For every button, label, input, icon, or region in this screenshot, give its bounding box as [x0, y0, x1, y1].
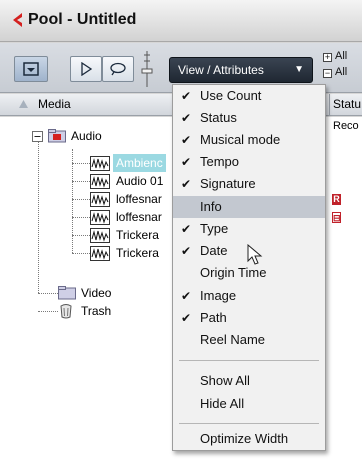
tree-line: [72, 217, 90, 218]
check-icon: ✔: [181, 289, 192, 303]
tree-line: [72, 235, 90, 236]
menu-item-label: Optimize Width: [200, 431, 289, 446]
tree-line: [72, 181, 90, 182]
check-icon: ✔: [181, 111, 192, 125]
play-button[interactable]: [70, 56, 102, 82]
pool-window: Pool - Untitled View / Attributes ▼ + Al…: [0, 0, 362, 463]
expand-all-option[interactable]: + All: [323, 50, 362, 66]
collapse-toggle-icon[interactable]: [32, 131, 43, 142]
menu-item-info[interactable]: Info: [173, 196, 325, 218]
menu-item-hide-all[interactable]: Hide All: [173, 393, 325, 415]
play-icon: [81, 62, 92, 76]
video-folder-label: Video: [81, 286, 112, 300]
check-icon: ✔: [181, 177, 192, 191]
audio-clip-label: Ambienc: [113, 154, 166, 172]
audio-clip-label: loffesnar: [116, 210, 162, 224]
menu-item-status[interactable]: ✔ Status: [173, 107, 325, 129]
loop-button[interactable]: [102, 56, 134, 82]
tree-line: [38, 293, 58, 294]
check-icon: ✔: [181, 244, 192, 258]
menu-item-label: Hide All: [200, 396, 245, 411]
menu-item-label: Signature: [200, 176, 256, 191]
audio-folder-icon: [48, 129, 66, 143]
pool-app-icon: [13, 13, 22, 27]
audio-clip-label: Audio 01: [116, 174, 164, 188]
tree-line: [38, 311, 58, 312]
menu-item-label: Path: [200, 310, 227, 325]
menu-item-label: Image: [200, 288, 237, 303]
menu-item-label: Use Count: [200, 88, 262, 103]
menu-item-label: Date: [200, 243, 228, 258]
title-bar: Pool - Untitled: [0, 0, 362, 42]
audio-clip-icon: [90, 156, 110, 171]
tree-line: [72, 199, 90, 200]
audio-clip-icon: [90, 246, 110, 261]
menu-item-label: Info: [200, 199, 222, 214]
tree-line: [72, 149, 73, 253]
menu-item-tempo[interactable]: ✔ Tempo: [173, 151, 325, 173]
menu-item-label: Show All: [200, 373, 250, 388]
collapse-all-option[interactable]: − All: [323, 66, 362, 82]
tree-line: [38, 139, 39, 293]
menu-item-musical-mode[interactable]: ✔ Musical mode: [173, 129, 325, 151]
trash-folder-label: Trash: [81, 304, 112, 318]
collapse-all-label: All: [335, 66, 348, 78]
check-icon: ✔: [181, 89, 192, 103]
plus-box-icon: +: [323, 52, 332, 62]
status-column-header[interactable]: Statu: [333, 97, 361, 111]
check-icon: ✔: [181, 155, 192, 169]
status-cell: Reco: [333, 120, 359, 132]
column-divider[interactable]: [329, 94, 330, 116]
audio-clip-icon: [90, 210, 110, 225]
check-icon: ✔: [181, 222, 192, 236]
audio-clip-label: loffesnar: [116, 192, 162, 206]
audio-clip-label: Trickera: [116, 246, 159, 260]
menu-item-signature[interactable]: ✔ Signature: [173, 173, 325, 195]
view-attributes-button[interactable]: View / Attributes ▼: [169, 57, 313, 83]
menu-item-label: Musical mode: [200, 132, 281, 147]
trash-icon: [60, 304, 72, 319]
menu-item-path[interactable]: ✔ Path: [173, 307, 325, 329]
menu-item-show-all[interactable]: Show All: [173, 370, 325, 392]
loop-icon: [110, 62, 126, 76]
dropdown-arrow-icon: ▼: [294, 64, 304, 75]
mouse-pointer-icon: [247, 244, 263, 265]
view-attributes-label: View / Attributes: [178, 63, 264, 77]
volume-slider[interactable]: [141, 49, 153, 89]
show-info-button[interactable]: [14, 56, 48, 82]
menu-item-reel-name[interactable]: Reel Name: [173, 329, 325, 351]
menu-item-type[interactable]: ✔ Type: [173, 218, 325, 240]
tree-line: [72, 253, 90, 254]
window-title: Pool - Untitled: [28, 11, 137, 28]
expand-collapse-group: + All − All: [323, 50, 362, 82]
audio-clip-icon: [90, 228, 110, 243]
menu-item-optimize-width[interactable]: Optimize Width: [173, 428, 325, 450]
minus-box-icon: −: [323, 68, 332, 78]
audio-clip-label: Trickera: [116, 228, 159, 242]
menu-separator: [179, 423, 319, 424]
audio-folder-label: Audio: [71, 129, 102, 143]
menu-item-label: Status: [200, 110, 237, 125]
expand-all-label: All: [335, 50, 348, 62]
menu-item-label: Tempo: [200, 154, 240, 169]
audio-clip-icon: [90, 192, 110, 207]
info-toggle-icon: [23, 62, 39, 76]
menu-separator: [179, 360, 319, 361]
media-column-header[interactable]: Media: [38, 97, 71, 111]
menu-item-label: Reel Name: [200, 332, 266, 347]
video-folder-icon: [58, 286, 76, 300]
view-attributes-menu: ✔ Use Count ✔ Status ✔ Musical mode ✔ Tempo …: [172, 84, 326, 451]
menu-item-use-count[interactable]: ✔ Use Count: [173, 85, 325, 107]
record-status-badge: R: [332, 194, 341, 205]
check-icon: ✔: [181, 311, 192, 325]
check-icon: ✔: [181, 133, 192, 147]
sort-ascending-icon[interactable]: [19, 100, 28, 108]
tree-line: [72, 163, 90, 164]
menu-item-label: Type: [200, 221, 229, 236]
menu-item-image[interactable]: ✔ Image: [173, 285, 325, 307]
status-badge: ⊟: [332, 212, 341, 223]
audio-clip-icon: [90, 174, 110, 189]
